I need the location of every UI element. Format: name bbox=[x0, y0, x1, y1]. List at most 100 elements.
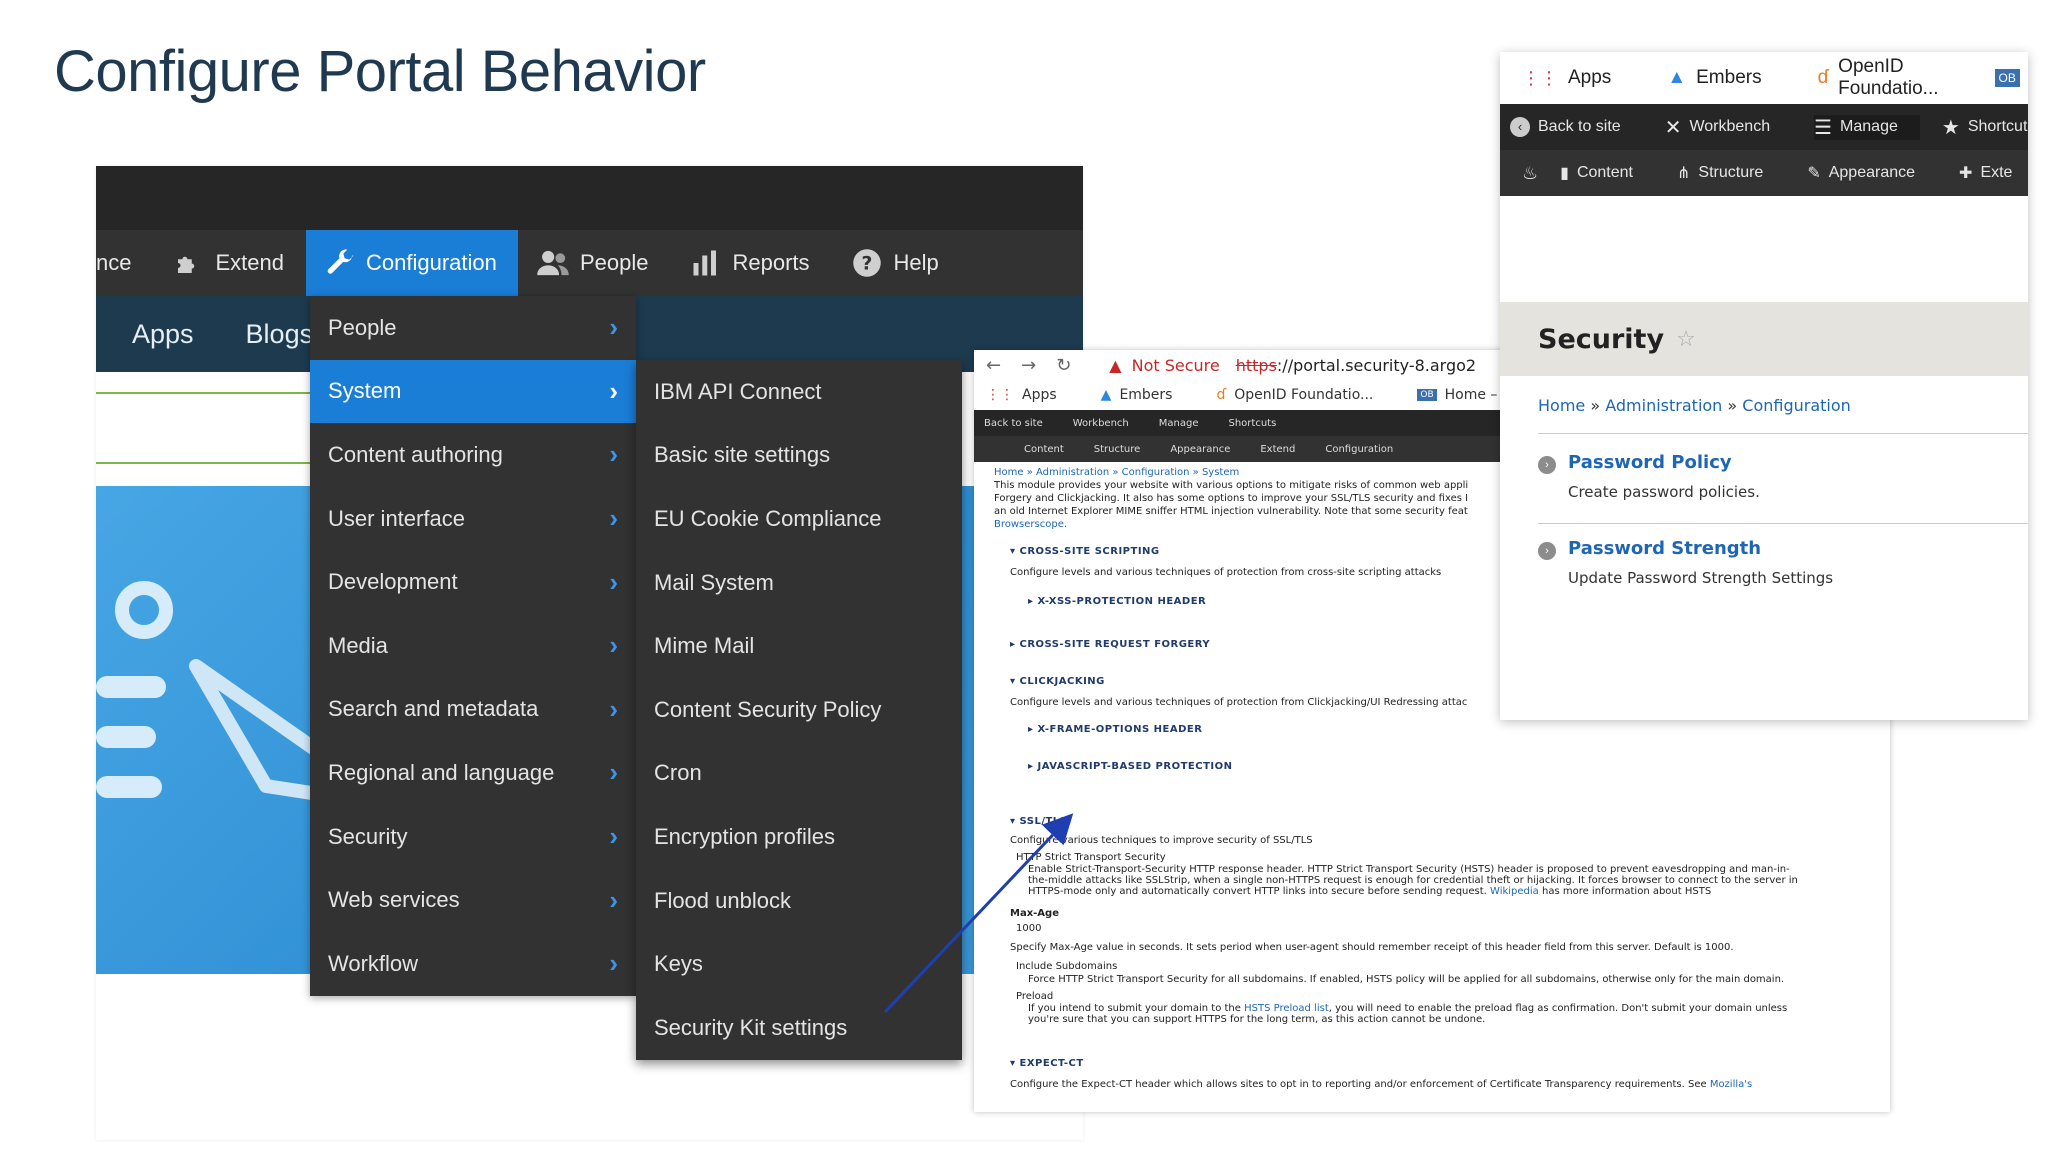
breadcrumb-home[interactable]: Home bbox=[1538, 396, 1585, 415]
toolbar-label: Shortcuts bbox=[1967, 118, 2028, 135]
toolbar-back-to-site[interactable]: Back to site bbox=[984, 418, 1043, 429]
expect-ct-desc: Configure the Expect-CT header which all… bbox=[1010, 1079, 1707, 1090]
toolbar-extend[interactable]: ✚ Exte bbox=[1959, 163, 2028, 183]
menu-item-workflow[interactable]: Workflow › bbox=[310, 932, 636, 996]
password-strength-link[interactable]: Password Strength bbox=[1568, 538, 1833, 559]
divider bbox=[96, 462, 321, 464]
menu-item-development[interactable]: Development › bbox=[310, 550, 636, 614]
password-policy-link[interactable]: Password Policy bbox=[1568, 452, 1760, 473]
openid-icon: ɗ bbox=[1216, 387, 1227, 403]
menu-item-regional-and-language[interactable]: Regional and language › bbox=[310, 741, 636, 805]
tab-reports[interactable]: Reports bbox=[671, 230, 832, 296]
subsection-x-frame-options[interactable]: ▸ X-FRAME-OPTIONS HEADER bbox=[1028, 723, 1890, 736]
admin-toolbar: nce Extend Configuration People Reports bbox=[96, 230, 1083, 296]
menu-item-security[interactable]: Security › bbox=[310, 805, 636, 869]
menu-label: Cron bbox=[654, 760, 702, 786]
menu-item-web-services[interactable]: Web services › bbox=[310, 868, 636, 932]
breadcrumb-configuration[interactable]: Configuration bbox=[1742, 396, 1851, 415]
include-subdomains-checkbox[interactable]: Include Subdomains bbox=[1016, 960, 1890, 973]
reload-icon[interactable]: ↻ bbox=[1056, 355, 1071, 376]
toolbar-content[interactable]: ▮ Content bbox=[1560, 163, 1655, 183]
system-submenu: IBM API Connect Basic site settings EU C… bbox=[636, 360, 962, 1060]
menu-item-user-interface[interactable]: User interface › bbox=[310, 487, 636, 551]
svg-text:?: ? bbox=[861, 253, 872, 274]
item-description: Update Password Strength Settings bbox=[1568, 569, 1834, 587]
toolbar-shortcuts[interactable]: Shortcuts bbox=[1228, 418, 1276, 429]
toolbar-structure[interactable]: ⋔ Structure bbox=[1677, 163, 1785, 183]
shortcut-star-icon[interactable]: ☆ bbox=[1676, 326, 1696, 352]
bookmark-openid[interactable]: ɗ OpenID Foundatio... bbox=[1818, 56, 1967, 100]
toolbar-appearance[interactable]: Appearance bbox=[1170, 444, 1230, 455]
list-item: › Password Policy Create password polici… bbox=[1538, 452, 2028, 501]
mozilla-link[interactable]: Mozilla's bbox=[1710, 1079, 1752, 1090]
menu-item-mail-system[interactable]: Mail System bbox=[636, 551, 962, 615]
menu-item-content-authoring[interactable]: Content authoring › bbox=[310, 423, 636, 487]
section-ssl-tls[interactable]: ▾ SSL/TLS bbox=[1010, 815, 1890, 828]
menu-item-encryption-profiles[interactable]: Encryption profiles bbox=[636, 805, 962, 869]
tab-appearance-partial[interactable]: nce bbox=[96, 230, 153, 296]
bookmark-home-open[interactable]: OBH bbox=[1994, 67, 2028, 89]
toolbar-extend[interactable]: Extend bbox=[1260, 444, 1295, 455]
max-age-input[interactable]: 1000 bbox=[1016, 922, 1890, 935]
hsts-checkbox-label[interactable]: HTTP Strict Transport Security bbox=[1016, 851, 1890, 864]
breadcrumb-administration[interactable]: Administration bbox=[1605, 396, 1722, 415]
bookmark-openid[interactable]: ɗ OpenID Foundatio... bbox=[1216, 387, 1395, 403]
back-arrow-icon[interactable]: ← bbox=[986, 355, 1001, 376]
divider bbox=[1538, 433, 2028, 434]
menu-item-media[interactable]: Media › bbox=[310, 614, 636, 678]
tab-label: nce bbox=[96, 250, 132, 275]
item-description: Create password policies. bbox=[1568, 483, 1760, 501]
toolbar-manage[interactable]: Manage bbox=[1159, 418, 1199, 429]
forward-arrow-icon[interactable]: → bbox=[1021, 355, 1036, 376]
breadcrumb-separator: » bbox=[1590, 396, 1601, 415]
toolbar-manage[interactable]: ☰ Manage bbox=[1814, 114, 1920, 140]
menu-item-ibm-api-connect[interactable]: IBM API Connect bbox=[636, 360, 962, 424]
menu-item-content-security-policy[interactable]: Content Security Policy bbox=[636, 678, 962, 742]
toolbar-appearance[interactable]: ✎ Appearance bbox=[1807, 163, 1937, 183]
hsts-desc: the-middle attacks like SSLStrip, when a… bbox=[1028, 875, 1798, 886]
toolbar-workbench[interactable]: Workbench bbox=[1073, 418, 1129, 429]
flame-icon: ▲ bbox=[1667, 67, 1687, 88]
preload-desc-text: , you will need to enable the preload fl… bbox=[1328, 1003, 1788, 1014]
subnav-blogs[interactable]: Blogs bbox=[246, 319, 314, 350]
bookmark-embers[interactable]: ▲ Embers bbox=[1101, 387, 1195, 403]
menu-item-keys[interactable]: Keys bbox=[636, 932, 962, 996]
section-expect-ct[interactable]: ▾ EXPECT-CT bbox=[1010, 1057, 1890, 1070]
menu-item-cron[interactable]: Cron bbox=[636, 742, 962, 806]
tab-help[interactable]: ? Help bbox=[832, 230, 961, 296]
menu-label: Media bbox=[328, 632, 388, 658]
preload-desc: If you intend to submit your domain to t… bbox=[1028, 1003, 1890, 1014]
preload-checkbox[interactable]: Preload bbox=[1016, 990, 1890, 1003]
subnav-apps[interactable]: Apps bbox=[132, 319, 194, 350]
menu-item-people[interactable]: People › bbox=[310, 296, 636, 360]
toolbar-label: Back to site bbox=[1538, 118, 1621, 135]
hsts-preload-link[interactable]: HSTS Preload list bbox=[1244, 1003, 1329, 1014]
bookmark-embers[interactable]: ▲ Embers bbox=[1667, 67, 1789, 89]
tab-extend[interactable]: Extend bbox=[153, 230, 306, 296]
bookmark-apps[interactable]: ⋮⋮ Apps bbox=[986, 387, 1079, 403]
divider bbox=[96, 392, 321, 394]
toolbar-configuration[interactable]: Configuration bbox=[1325, 444, 1393, 455]
wikipedia-link[interactable]: Wikipedia bbox=[1490, 886, 1539, 897]
toolbar-content[interactable]: Content bbox=[1024, 444, 1064, 455]
menu-item-flood-unblock[interactable]: Flood unblock bbox=[636, 869, 962, 933]
toolbar-back-to-site[interactable]: ‹ Back to site bbox=[1510, 117, 1643, 137]
menu-label: Keys bbox=[654, 951, 703, 977]
toolbar-label: Content bbox=[1576, 164, 1633, 181]
toolbar-structure[interactable]: Structure bbox=[1094, 444, 1141, 455]
menu-item-eu-cookie-compliance[interactable]: EU Cookie Compliance bbox=[636, 487, 962, 551]
toolbar-workbench[interactable]: ✕ Workbench bbox=[1665, 115, 1792, 140]
chevron-right-icon: › bbox=[609, 503, 618, 534]
menu-item-system[interactable]: System › bbox=[310, 359, 636, 424]
menu-item-security-kit-settings[interactable]: Security Kit settings bbox=[636, 996, 962, 1060]
hsts-desc-text: has more information about HSTS bbox=[1542, 886, 1712, 897]
menu-item-basic-site-settings[interactable]: Basic site settings bbox=[636, 424, 962, 488]
tab-people[interactable]: People bbox=[518, 230, 671, 296]
subsection-javascript-protection[interactable]: ▸ JAVASCRIPT-BASED PROTECTION bbox=[1028, 760, 1890, 773]
tab-configuration[interactable]: Configuration bbox=[305, 230, 518, 296]
drupal-drop-icon[interactable]: ♨ bbox=[1522, 163, 1538, 184]
menu-item-search-and-metadata[interactable]: Search and metadata › bbox=[310, 678, 636, 742]
menu-item-mime-mail[interactable]: Mime Mail bbox=[636, 614, 962, 678]
bookmark-apps[interactable]: ⋮⋮ Apps bbox=[1522, 67, 1639, 89]
toolbar-shortcuts[interactable]: ★ Shortcuts bbox=[1942, 115, 2028, 140]
